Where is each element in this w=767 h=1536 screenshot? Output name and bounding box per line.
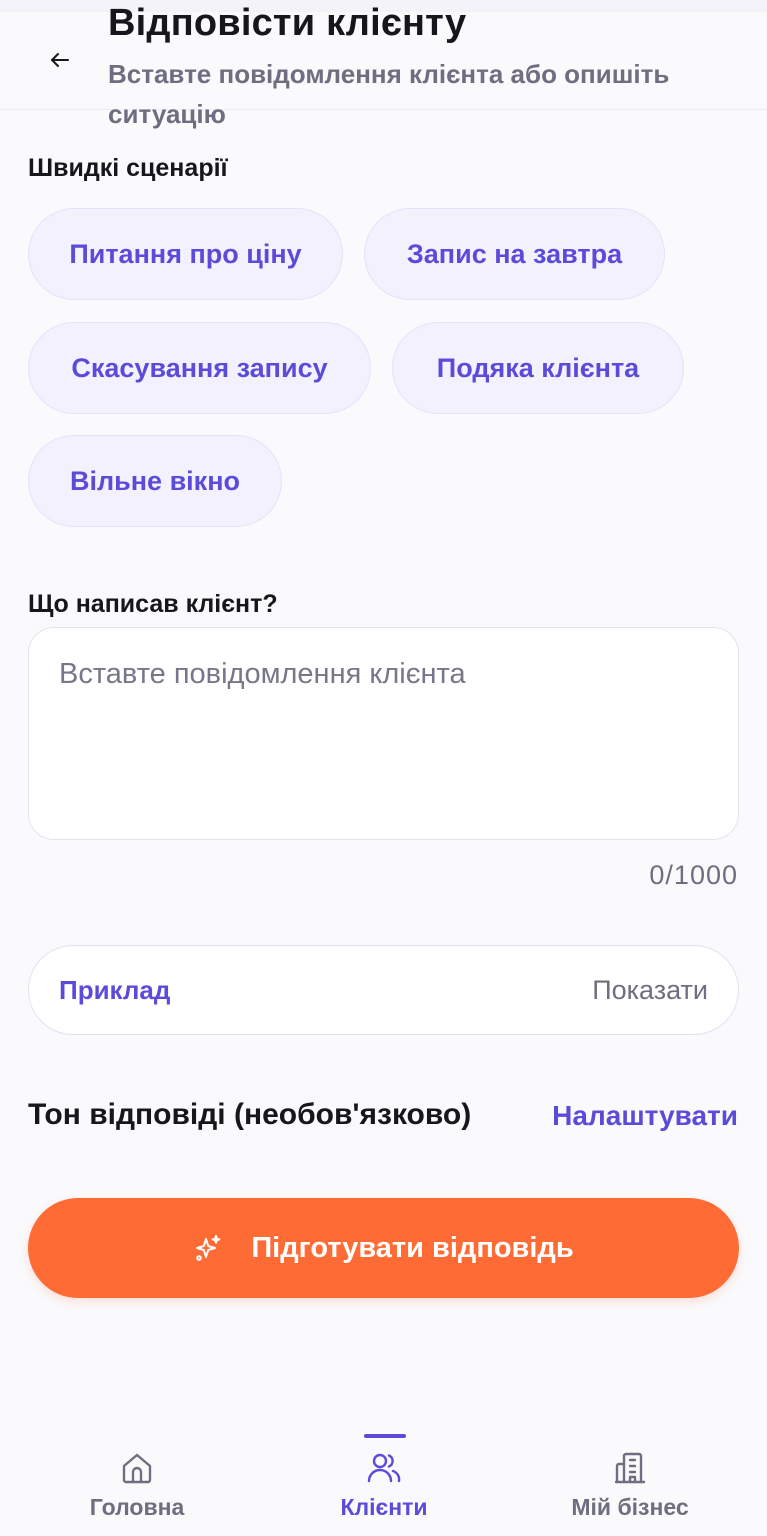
example-label: Приклад [59,974,171,1005]
nav-label-clients: Клієнти [340,1494,428,1520]
page-title: Відповісти клієнту [108,2,467,44]
configure-tone-link[interactable]: Налаштувати [552,1100,738,1132]
home-icon [122,1453,152,1484]
scenario-chip-price[interactable]: Питання про ціну [28,208,343,300]
building-icon [614,1452,646,1484]
scenarios-label: Швидкі сценарії [28,154,228,182]
prepare-reply-button[interactable]: Підготувати відповідь [28,1198,739,1298]
example-toggle-row[interactable]: Приклад Показати [28,945,739,1035]
nav-item-business[interactable]: Мій бізнес [530,1420,730,1536]
users-icon [367,1453,401,1483]
message-label: Що написав клієнт? [28,590,278,618]
scenario-chip-tomorrow[interactable]: Запис на завтра [364,208,665,300]
back-button[interactable] [40,40,80,80]
scenario-chip-thanks[interactable]: Подяка клієнта [392,322,684,414]
scenario-chip-cancel[interactable]: Скасування запису [28,322,371,414]
show-example-button[interactable]: Показати [592,975,708,1006]
page-subtitle: Вставте повідомлення клієнта або опишіть… [108,59,670,129]
character-counter: 0/1000 [649,860,738,890]
sparkle-icon [196,1235,221,1261]
header: Відповісти клієнту Вставте повідомлення … [0,0,767,129]
bottom-navigation: Головна Клієнти Мій бізнес [0,1420,767,1536]
client-message-input[interactable]: Вставте повідомлення клієнта [28,627,739,840]
client-message-placeholder: Вставте повідомлення клієнта [59,658,466,690]
prepare-reply-label: Підготувати відповідь [251,1231,574,1264]
nav-item-home[interactable]: Головна [37,1420,237,1536]
tone-label: Тон відповіді (необов'язково) [28,1098,472,1131]
nav-label-business: Мій бізнес [571,1494,689,1520]
page: Відповісти клієнту Вставте повідомлення … [0,0,767,1536]
arrow-left-icon [51,53,69,67]
scenario-chip-free-slot[interactable]: Вільне вікно [28,435,282,527]
nav-item-clients[interactable]: Клієнти [284,1420,484,1536]
nav-label-home: Головна [89,1494,185,1520]
